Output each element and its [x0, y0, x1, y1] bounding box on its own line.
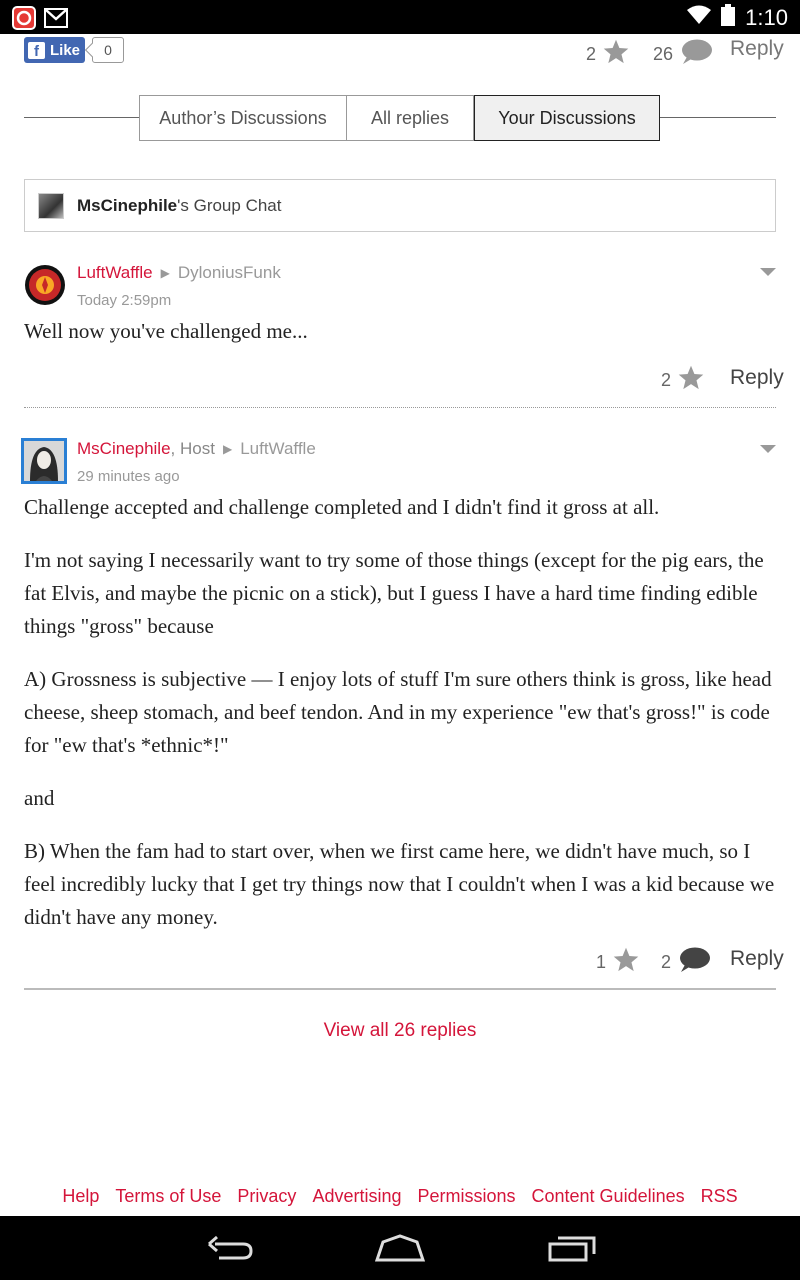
view-all-replies-link[interactable]: View all 26 replies — [0, 1020, 800, 1042]
comment-body: Well now you've challenged me... — [24, 315, 776, 368]
comment-paragraph: A) Grossness is subjective — I enjoy lot… — [24, 667, 772, 757]
group-chat-title: MsCinephile's Group Chat — [77, 196, 281, 216]
host-label: , Host — [170, 439, 215, 458]
comment-body: Challenge accepted and challenge complet… — [24, 491, 776, 954]
chevron-down-icon[interactable] — [760, 268, 776, 276]
comment-header: LuftWaffle ▶ DyloniusFunk — [77, 263, 281, 283]
tab-all-replies[interactable]: All replies — [347, 95, 474, 141]
star-icon — [602, 38, 630, 71]
comment-paragraph: Challenge accepted and challenge complet… — [24, 495, 660, 519]
comment-replies[interactable]: 2 — [661, 946, 711, 979]
recents-icon[interactable] — [548, 1232, 596, 1269]
timestamp: Today 2:59pm — [77, 292, 172, 309]
app-icon — [12, 6, 36, 35]
star-count: 2 — [661, 370, 672, 390]
chevron-down-icon[interactable] — [760, 445, 776, 453]
author-link[interactable]: LuftWaffle — [77, 263, 153, 283]
reply-to-user[interactable]: DyloniusFunk — [178, 263, 281, 283]
comment-icon — [677, 946, 711, 979]
star-icon — [612, 946, 640, 979]
comment-paragraph: B) When the fam had to start over, when … — [24, 839, 775, 929]
home-icon[interactable] — [374, 1232, 426, 1269]
clock: 1:10 — [745, 4, 788, 30]
status-bar: 1:10 — [0, 0, 800, 34]
comment-header: MsCinephile , Host ▶ LuftWaffle — [77, 439, 316, 459]
comment-stars[interactable]: 2 — [661, 364, 705, 397]
tab-your-discussions[interactable]: Your Discussions — [474, 95, 660, 141]
comment-paragraph: I'm not saying I necessarily want to try… — [24, 548, 764, 638]
avatar[interactable] — [24, 264, 66, 306]
gmail-icon — [44, 8, 68, 33]
footer-link-permissions[interactable]: Permissions — [417, 1186, 515, 1207]
footer-link-terms[interactable]: Terms of Use — [115, 1186, 221, 1207]
top-reply-button[interactable]: Reply — [730, 37, 784, 61]
wifi-icon — [687, 5, 712, 30]
group-suffix: 's Group Chat — [177, 195, 282, 215]
reply-button[interactable]: Reply — [730, 366, 784, 390]
reply-to-arrow-icon: ▶ — [222, 442, 233, 456]
footer-link-content-guidelines[interactable]: Content Guidelines — [532, 1186, 685, 1207]
discussion-tabs: Author’s Discussions All replies Your Di… — [139, 95, 660, 141]
comment-divider — [24, 407, 776, 408]
reply-to-user[interactable]: LuftWaffle — [240, 439, 316, 459]
top-comments[interactable]: 26 — [653, 38, 713, 71]
footer-link-advertising[interactable]: Advertising — [312, 1186, 401, 1207]
like-count: 0 — [92, 37, 124, 63]
comment-icon — [679, 38, 713, 71]
tab-authors-discussions[interactable]: Author’s Discussions — [139, 95, 347, 141]
navigation-bar — [0, 1216, 800, 1280]
star-count: 1 — [596, 952, 607, 972]
facebook-icon: f — [28, 41, 45, 59]
comment-stars[interactable]: 1 — [596, 946, 640, 979]
avatar[interactable] — [21, 438, 67, 484]
author-link[interactable]: MsCinephile — [77, 439, 171, 459]
group-chat-link[interactable]: MsCinephile's Group Chat — [24, 179, 776, 232]
footer-link-help[interactable]: Help — [62, 1186, 99, 1207]
avatar — [38, 192, 64, 219]
footer-link-rss[interactable]: RSS — [701, 1186, 738, 1207]
reply-button[interactable]: Reply — [730, 947, 784, 971]
like-label: Like — [50, 41, 81, 59]
footer-links: Help Terms of Use Privacy Advertising Pe… — [0, 1186, 800, 1207]
footer-link-privacy[interactable]: Privacy — [237, 1186, 296, 1207]
timestamp: 29 minutes ago — [77, 468, 180, 485]
comment-count: 26 — [653, 44, 674, 64]
top-stars[interactable]: 2 — [586, 38, 630, 71]
battery-icon — [721, 4, 736, 31]
facebook-like-button[interactable]: f Like — [24, 37, 85, 63]
back-icon[interactable] — [205, 1232, 253, 1269]
comment-divider — [24, 988, 776, 990]
comment-paragraph: and — [24, 786, 55, 810]
star-icon — [677, 364, 705, 397]
reply-to-arrow-icon: ▶ — [160, 266, 170, 280]
star-count: 2 — [586, 44, 597, 64]
comment-count: 2 — [661, 952, 672, 972]
comment-paragraph: Well now you've challenged me... — [24, 319, 308, 343]
group-owner: MsCinephile — [77, 195, 178, 215]
